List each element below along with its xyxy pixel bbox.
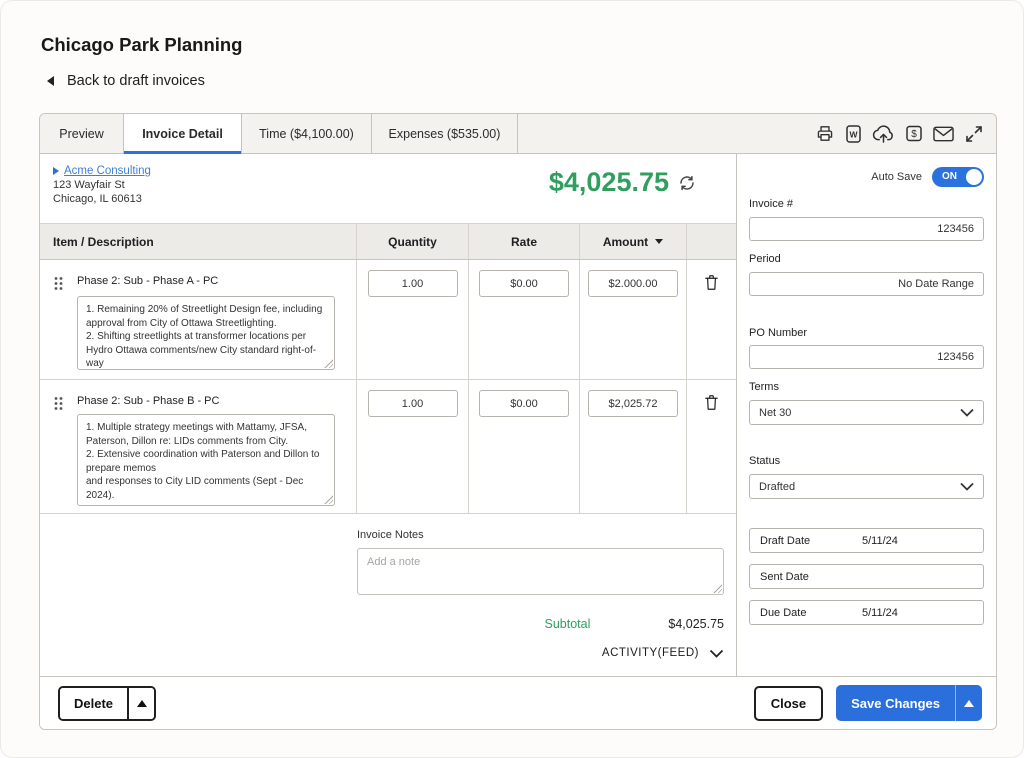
app-window: Chicago Park Planning Back to draft invo… <box>0 0 1024 758</box>
page-title: Chicago Park Planning <box>41 34 243 56</box>
client-name-link[interactable]: Acme Consulting <box>64 164 151 178</box>
item-description-input[interactable]: 1. Remaining 20% of Streetlight Design f… <box>77 296 335 370</box>
sent-date-field[interactable]: Sent Date <box>749 564 984 589</box>
po-number-label: PO Number <box>749 327 984 339</box>
chevron-down-icon <box>709 649 724 658</box>
toggle-knob <box>966 169 982 185</box>
action-footer: Delete Close Save Changes <box>40 676 996 729</box>
period-label: Period <box>749 253 984 265</box>
status-label: Status <box>749 455 984 467</box>
tab-time[interactable]: Time ($4,100.00) <box>242 114 372 153</box>
cloud-upload-icon[interactable] <box>872 124 895 143</box>
item-title: Phase 2: Sub - Phase B - PC <box>77 395 219 407</box>
chevron-down-icon <box>960 482 974 491</box>
svg-text:$: $ <box>911 129 917 140</box>
quantity-input[interactable] <box>368 390 458 417</box>
invoice-notes-label: Invoice Notes <box>357 529 724 541</box>
chevron-down-icon <box>960 408 974 417</box>
period-input[interactable] <box>749 272 984 296</box>
client-expand-icon <box>53 167 59 175</box>
auto-save-state: ON <box>942 171 957 182</box>
client-info: Acme Consulting 123 Wayfair St Chicago, … <box>53 164 151 206</box>
client-address-line2: Chicago, IL 60613 <box>53 192 151 206</box>
header-quantity: Quantity <box>357 224 469 259</box>
item-title: Phase 2: Sub - Phase A - PC <box>77 275 218 287</box>
draft-date-field[interactable]: Draft Date 5/11/24 <box>749 528 984 553</box>
subtotal-label: Subtotal <box>545 617 591 631</box>
line-item-row: Phase 2: Sub - Phase A - PC 1. Remaining… <box>40 260 736 380</box>
due-date-value: 5/11/24 <box>862 607 898 619</box>
client-total-section: Acme Consulting 123 Wayfair St Chicago, … <box>40 154 736 224</box>
back-arrow-icon <box>47 76 54 86</box>
delete-button[interactable]: Delete <box>60 688 127 719</box>
word-export-icon[interactable]: W <box>846 125 861 143</box>
activity-feed-toggle[interactable]: ACTIVITY(FEED) <box>357 647 724 659</box>
svg-text:W: W <box>849 129 858 139</box>
line-items-header: Item / Description Quantity Rate Amount <box>40 224 736 260</box>
header-amount-sort[interactable]: Amount <box>580 224 687 259</box>
invoice-notes-input[interactable] <box>357 548 724 595</box>
tab-expenses[interactable]: Expenses ($535.00) <box>372 114 518 153</box>
invoice-number-label: Invoice # <box>749 198 984 210</box>
expand-icon[interactable] <box>965 125 983 143</box>
payment-icon[interactable]: $ <box>906 125 922 142</box>
invoice-number-input[interactable] <box>749 217 984 241</box>
header-actions <box>687 224 736 259</box>
invoice-toolbar: W $ <box>815 114 996 153</box>
client-address-line1: 123 Wayfair St <box>53 178 151 192</box>
rate-input[interactable] <box>479 390 569 417</box>
invoice-settings-sidebar: Auto Save ON Invoice # Period PO Number … <box>736 154 996 676</box>
back-link-label: Back to draft invoices <box>67 73 205 89</box>
header-item-description: Item / Description <box>40 224 357 259</box>
line-item-row: Phase 2: Sub - Phase B - PC 1. Multiple … <box>40 380 736 514</box>
subtotal-value: $4,025.75 <box>668 617 724 631</box>
header-rate: Rate <box>469 224 580 259</box>
sort-down-icon <box>655 239 663 244</box>
invoice-total: $4,025.75 <box>549 167 669 198</box>
po-number-input[interactable] <box>749 345 984 369</box>
tab-preview[interactable]: Preview <box>40 114 124 153</box>
draft-date-value: 5/11/24 <box>862 535 898 547</box>
email-icon[interactable] <box>933 126 954 142</box>
save-dropdown-button[interactable] <box>955 685 982 721</box>
amount-input[interactable] <box>588 270 678 297</box>
invoice-main-panel: Acme Consulting 123 Wayfair St Chicago, … <box>40 154 736 676</box>
amount-input[interactable] <box>588 390 678 417</box>
close-button[interactable]: Close <box>754 686 823 721</box>
save-split-button: Save Changes <box>836 685 982 721</box>
rate-input[interactable] <box>479 270 569 297</box>
auto-save-label: Auto Save <box>871 171 922 183</box>
auto-save-toggle[interactable]: ON <box>932 167 984 187</box>
due-date-field[interactable]: Due Date 5/11/24 <box>749 600 984 625</box>
arrow-up-icon <box>964 700 974 707</box>
save-changes-button[interactable]: Save Changes <box>836 685 955 721</box>
delete-line-item-icon[interactable] <box>703 393 720 413</box>
tab-bar: Preview Invoice Detail Time ($4,100.00) … <box>40 114 996 154</box>
terms-label: Terms <box>749 381 984 393</box>
print-icon[interactable] <box>815 124 835 143</box>
drag-handle-icon[interactable] <box>54 276 63 291</box>
drag-handle-icon[interactable] <box>54 396 63 411</box>
delete-split-button: Delete <box>58 686 156 721</box>
status-select[interactable]: Drafted <box>749 474 984 499</box>
terms-select[interactable]: Net 30 <box>749 400 984 425</box>
quantity-input[interactable] <box>368 270 458 297</box>
item-description-input[interactable]: 1. Multiple strategy meetings with Matta… <box>77 414 335 506</box>
invoice-editor-card: Preview Invoice Detail Time ($4,100.00) … <box>39 113 997 730</box>
back-link[interactable]: Back to draft invoices <box>47 73 205 89</box>
refresh-total-icon[interactable] <box>678 174 696 192</box>
notes-summary-section: Invoice Notes Subtotal $4,025.75 ACTIVIT… <box>40 514 736 676</box>
delete-line-item-icon[interactable] <box>703 273 720 293</box>
tab-invoice-detail[interactable]: Invoice Detail <box>124 114 242 153</box>
arrow-up-icon <box>137 700 147 707</box>
delete-dropdown-button[interactable] <box>127 688 154 719</box>
